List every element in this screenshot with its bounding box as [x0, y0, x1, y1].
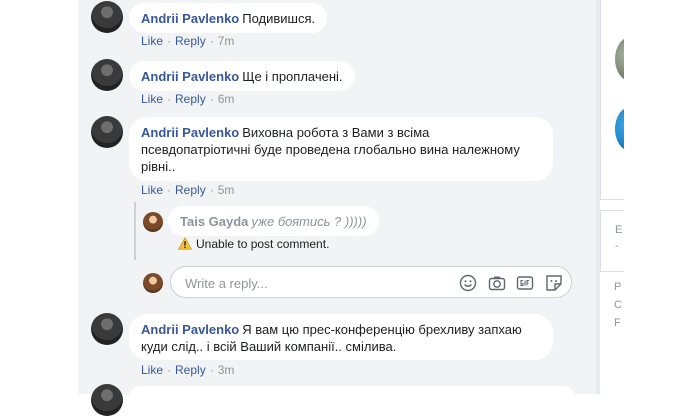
timestamp[interactable]: 3m	[218, 363, 235, 377]
comment-actions: Like · Reply · 5m	[141, 183, 235, 197]
comment-line: Andrii Pavlenko Виховна робота з Вами з в…	[141, 124, 541, 141]
reply-link[interactable]: Reply	[175, 92, 206, 106]
avatar[interactable]	[91, 1, 123, 33]
timestamp[interactable]: 7m	[218, 34, 235, 48]
comment-text: Виховна робота з Вами з всіма	[242, 125, 430, 140]
comment-text: куди слід.. і всій Ваший компанії.. сміл…	[141, 339, 397, 354]
avatar	[143, 273, 163, 293]
right-fragment: P	[614, 281, 622, 293]
reply-input-box[interactable]	[170, 266, 572, 298]
avatar[interactable]	[91, 116, 123, 148]
comment-text: псевдопатріотичні буде проведена глобаль…	[141, 142, 520, 157]
thread-line	[134, 202, 136, 260]
right-fragment: C	[614, 299, 622, 311]
avatar[interactable]	[91, 384, 123, 416]
reply-link[interactable]: Reply	[175, 363, 206, 377]
comment-bubble: Andrii Pavlenko Я вам цю прес-конференцію…	[129, 314, 553, 360]
like-link[interactable]: Like	[141, 363, 163, 377]
comment-text: Подивишся.	[242, 11, 316, 26]
comment-actions: Like · Reply · 6m	[141, 92, 235, 106]
timestamp[interactable]: 5m	[218, 183, 235, 197]
comment-text: рівні..	[141, 159, 176, 174]
warning-icon	[178, 237, 192, 250]
comment-bubble: Andrii Pavlenko Ще і проплачені.	[129, 61, 355, 91]
reply-link[interactable]: Reply	[175, 183, 206, 197]
comment-line: Andrii Pavlenko Я вам цю прес-конференцію…	[141, 321, 541, 338]
reply-text: уже боятись ? )))))	[251, 214, 367, 229]
emoji-icon[interactable]	[459, 274, 477, 292]
like-link[interactable]: Like	[141, 92, 163, 106]
comment-actions: Like · Reply · 7m	[141, 34, 235, 48]
right-fragment: E	[615, 224, 623, 236]
reply-author[interactable]: Tais Gayda	[180, 214, 248, 229]
reply-link[interactable]: Reply	[175, 34, 206, 48]
reply-bubble: Tais Gayda уже боятись ? )))))	[168, 206, 379, 236]
gif-icon[interactable]	[516, 274, 534, 292]
comment-bubble: Andrii Pavlenko Подивишся.	[129, 3, 328, 33]
right-fragment: F	[614, 317, 621, 329]
sticker-icon[interactable]	[545, 274, 563, 292]
like-link[interactable]: Like	[141, 183, 163, 197]
comment-text: Я вам цю прес-конференцію брехливу запха…	[242, 322, 522, 337]
right-column: E - P C F	[600, 0, 624, 394]
avatar[interactable]	[91, 59, 123, 91]
right-fragment: -	[615, 240, 619, 252]
comment-bubble	[129, 386, 575, 406]
avatar[interactable]	[143, 212, 163, 232]
comment-author[interactable]: Andrii Pavlenko	[141, 11, 239, 26]
suggested-avatar[interactable]	[615, 37, 624, 81]
comment-actions: Like · Reply · 3m	[141, 363, 235, 377]
timestamp[interactable]: 6m	[218, 92, 235, 106]
right-card-top	[600, 0, 624, 200]
comment-text: Ще і проплачені.	[242, 69, 343, 84]
comment-bubble: Andrii Pavlenko Виховна робота з Вами з в…	[129, 117, 553, 181]
suggested-avatar[interactable]	[615, 107, 624, 151]
error-text: Unable to post comment.	[196, 237, 330, 251]
camera-icon[interactable]	[488, 274, 506, 292]
right-card-middle: E -	[600, 210, 624, 272]
avatar[interactable]	[91, 313, 123, 345]
comment-author[interactable]: Andrii Pavlenko	[141, 125, 239, 140]
comment-author[interactable]: Andrii Pavlenko	[141, 69, 239, 84]
reply-input[interactable]	[183, 273, 457, 293]
comment-author[interactable]: Andrii Pavlenko	[141, 322, 239, 337]
post-error: Unable to post comment.	[178, 237, 329, 251]
like-link[interactable]: Like	[141, 34, 163, 48]
